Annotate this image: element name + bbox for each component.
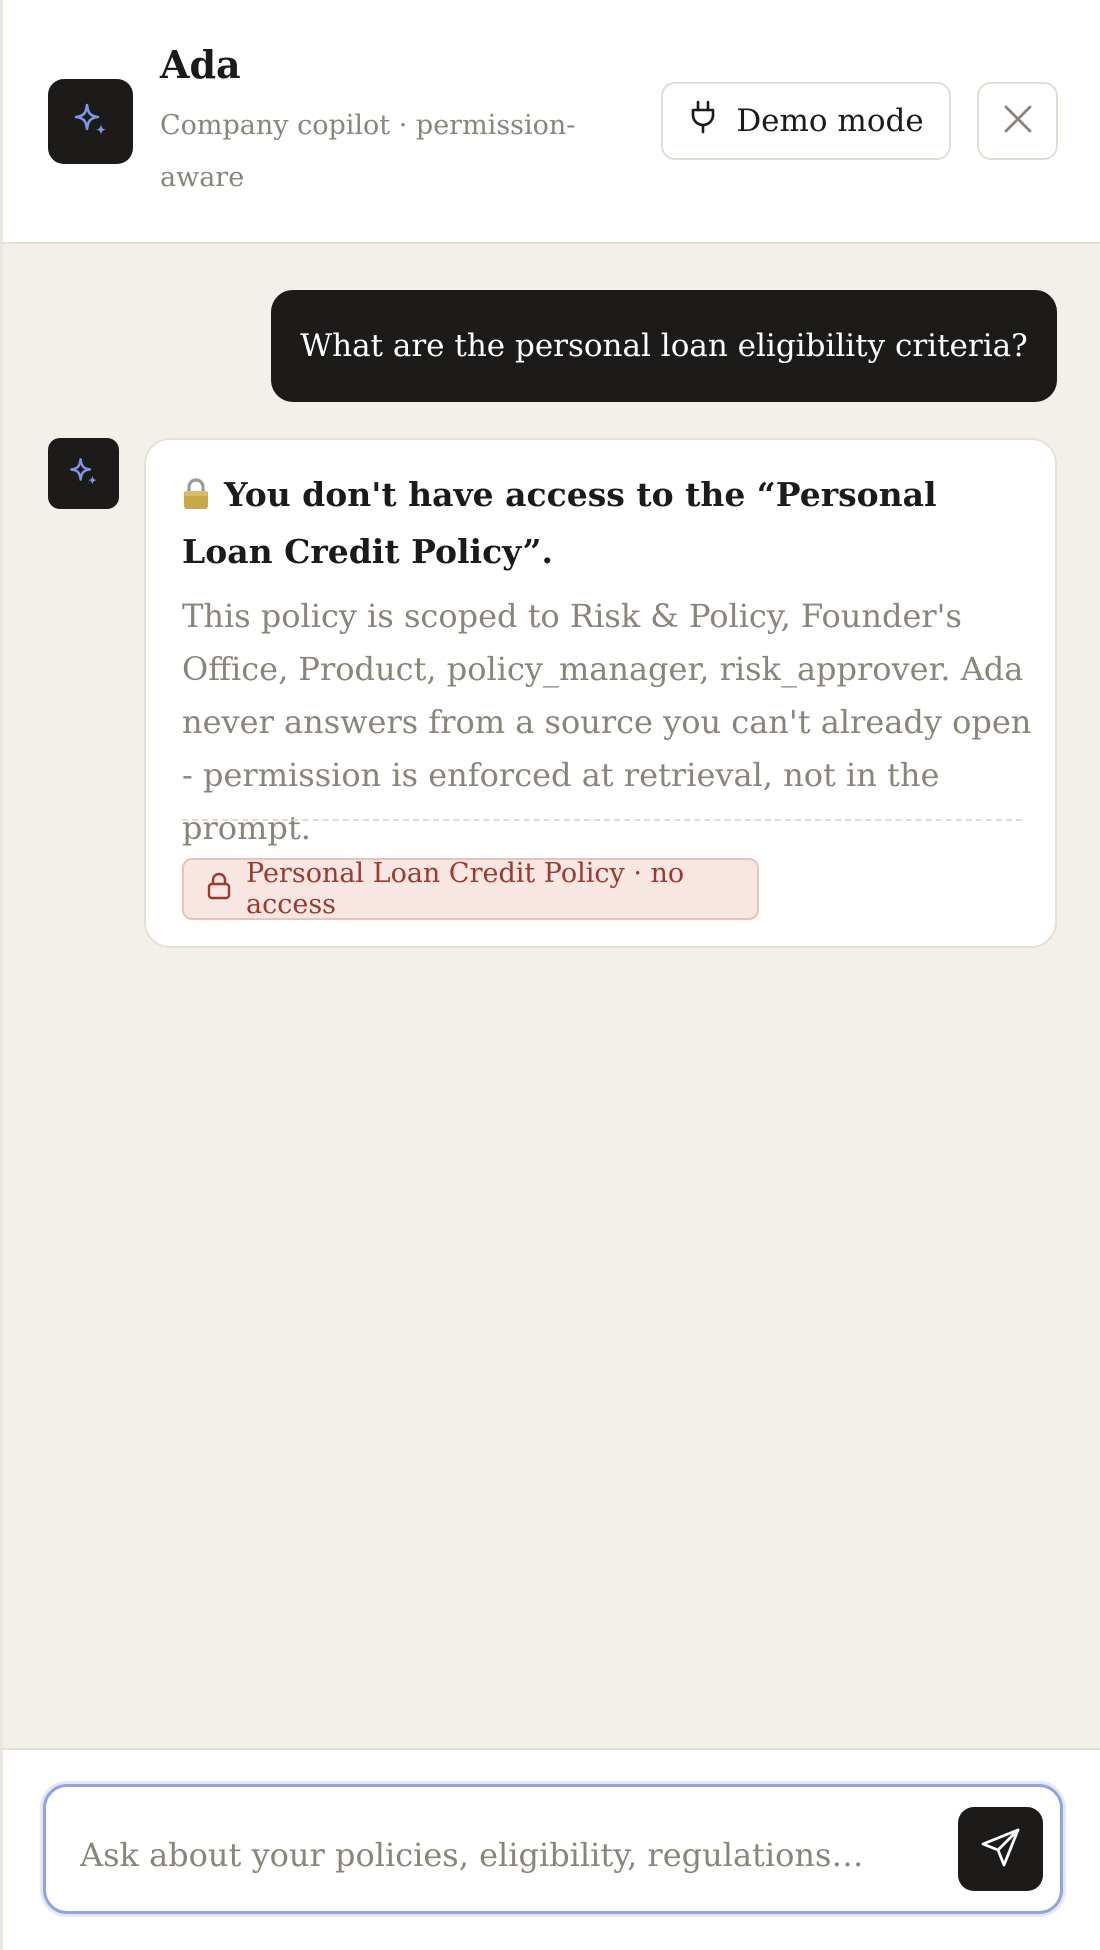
- composer[interactable]: [43, 1784, 1063, 1914]
- sparkles-icon: [67, 455, 101, 493]
- assistant-name: Ada: [160, 42, 241, 87]
- user-message: What are the personal loan eligibility c…: [271, 290, 1057, 402]
- plug-icon: [688, 100, 718, 142]
- access-denied-heading-text: You don't have access to the “Personal L…: [182, 475, 937, 571]
- access-denied-explanation: This policy is scoped to Risk & Policy, …: [182, 597, 1032, 847]
- user-message-text: What are the personal loan eligibility c…: [300, 328, 1028, 364]
- assistant-message: You don't have access to the “Personal L…: [144, 438, 1057, 948]
- assistant-subtitle: Company copilot · permission-aware: [160, 110, 576, 193]
- close-button[interactable]: [977, 82, 1058, 160]
- assistant-avatar: [48, 438, 119, 509]
- demo-mode-label: Demo mode: [736, 103, 924, 139]
- restricted-source-chip[interactable]: Personal Loan Credit Policy · no access: [182, 858, 759, 920]
- card-divider: [182, 819, 1022, 821]
- lock-icon: [206, 872, 232, 907]
- sparkles-icon: [71, 100, 111, 144]
- ada-logo: [48, 79, 133, 164]
- restricted-source-label: Personal Loan Credit Policy · no access: [246, 858, 685, 920]
- send-icon: [979, 1825, 1023, 1873]
- access-denied-heading: You don't have access to the “Personal L…: [182, 468, 1032, 578]
- message-input[interactable]: [80, 1827, 900, 1883]
- composer-bar: [3, 1748, 1100, 1950]
- lock-emoji-icon: [182, 472, 210, 525]
- send-button[interactable]: [958, 1807, 1043, 1891]
- close-icon: [1002, 103, 1034, 139]
- demo-mode-button[interactable]: Demo mode: [661, 82, 951, 160]
- chat-header: Ada Company copilot · permission-aware D…: [3, 0, 1100, 244]
- conversation-area[interactable]: What are the personal loan eligibility c…: [3, 244, 1100, 1748]
